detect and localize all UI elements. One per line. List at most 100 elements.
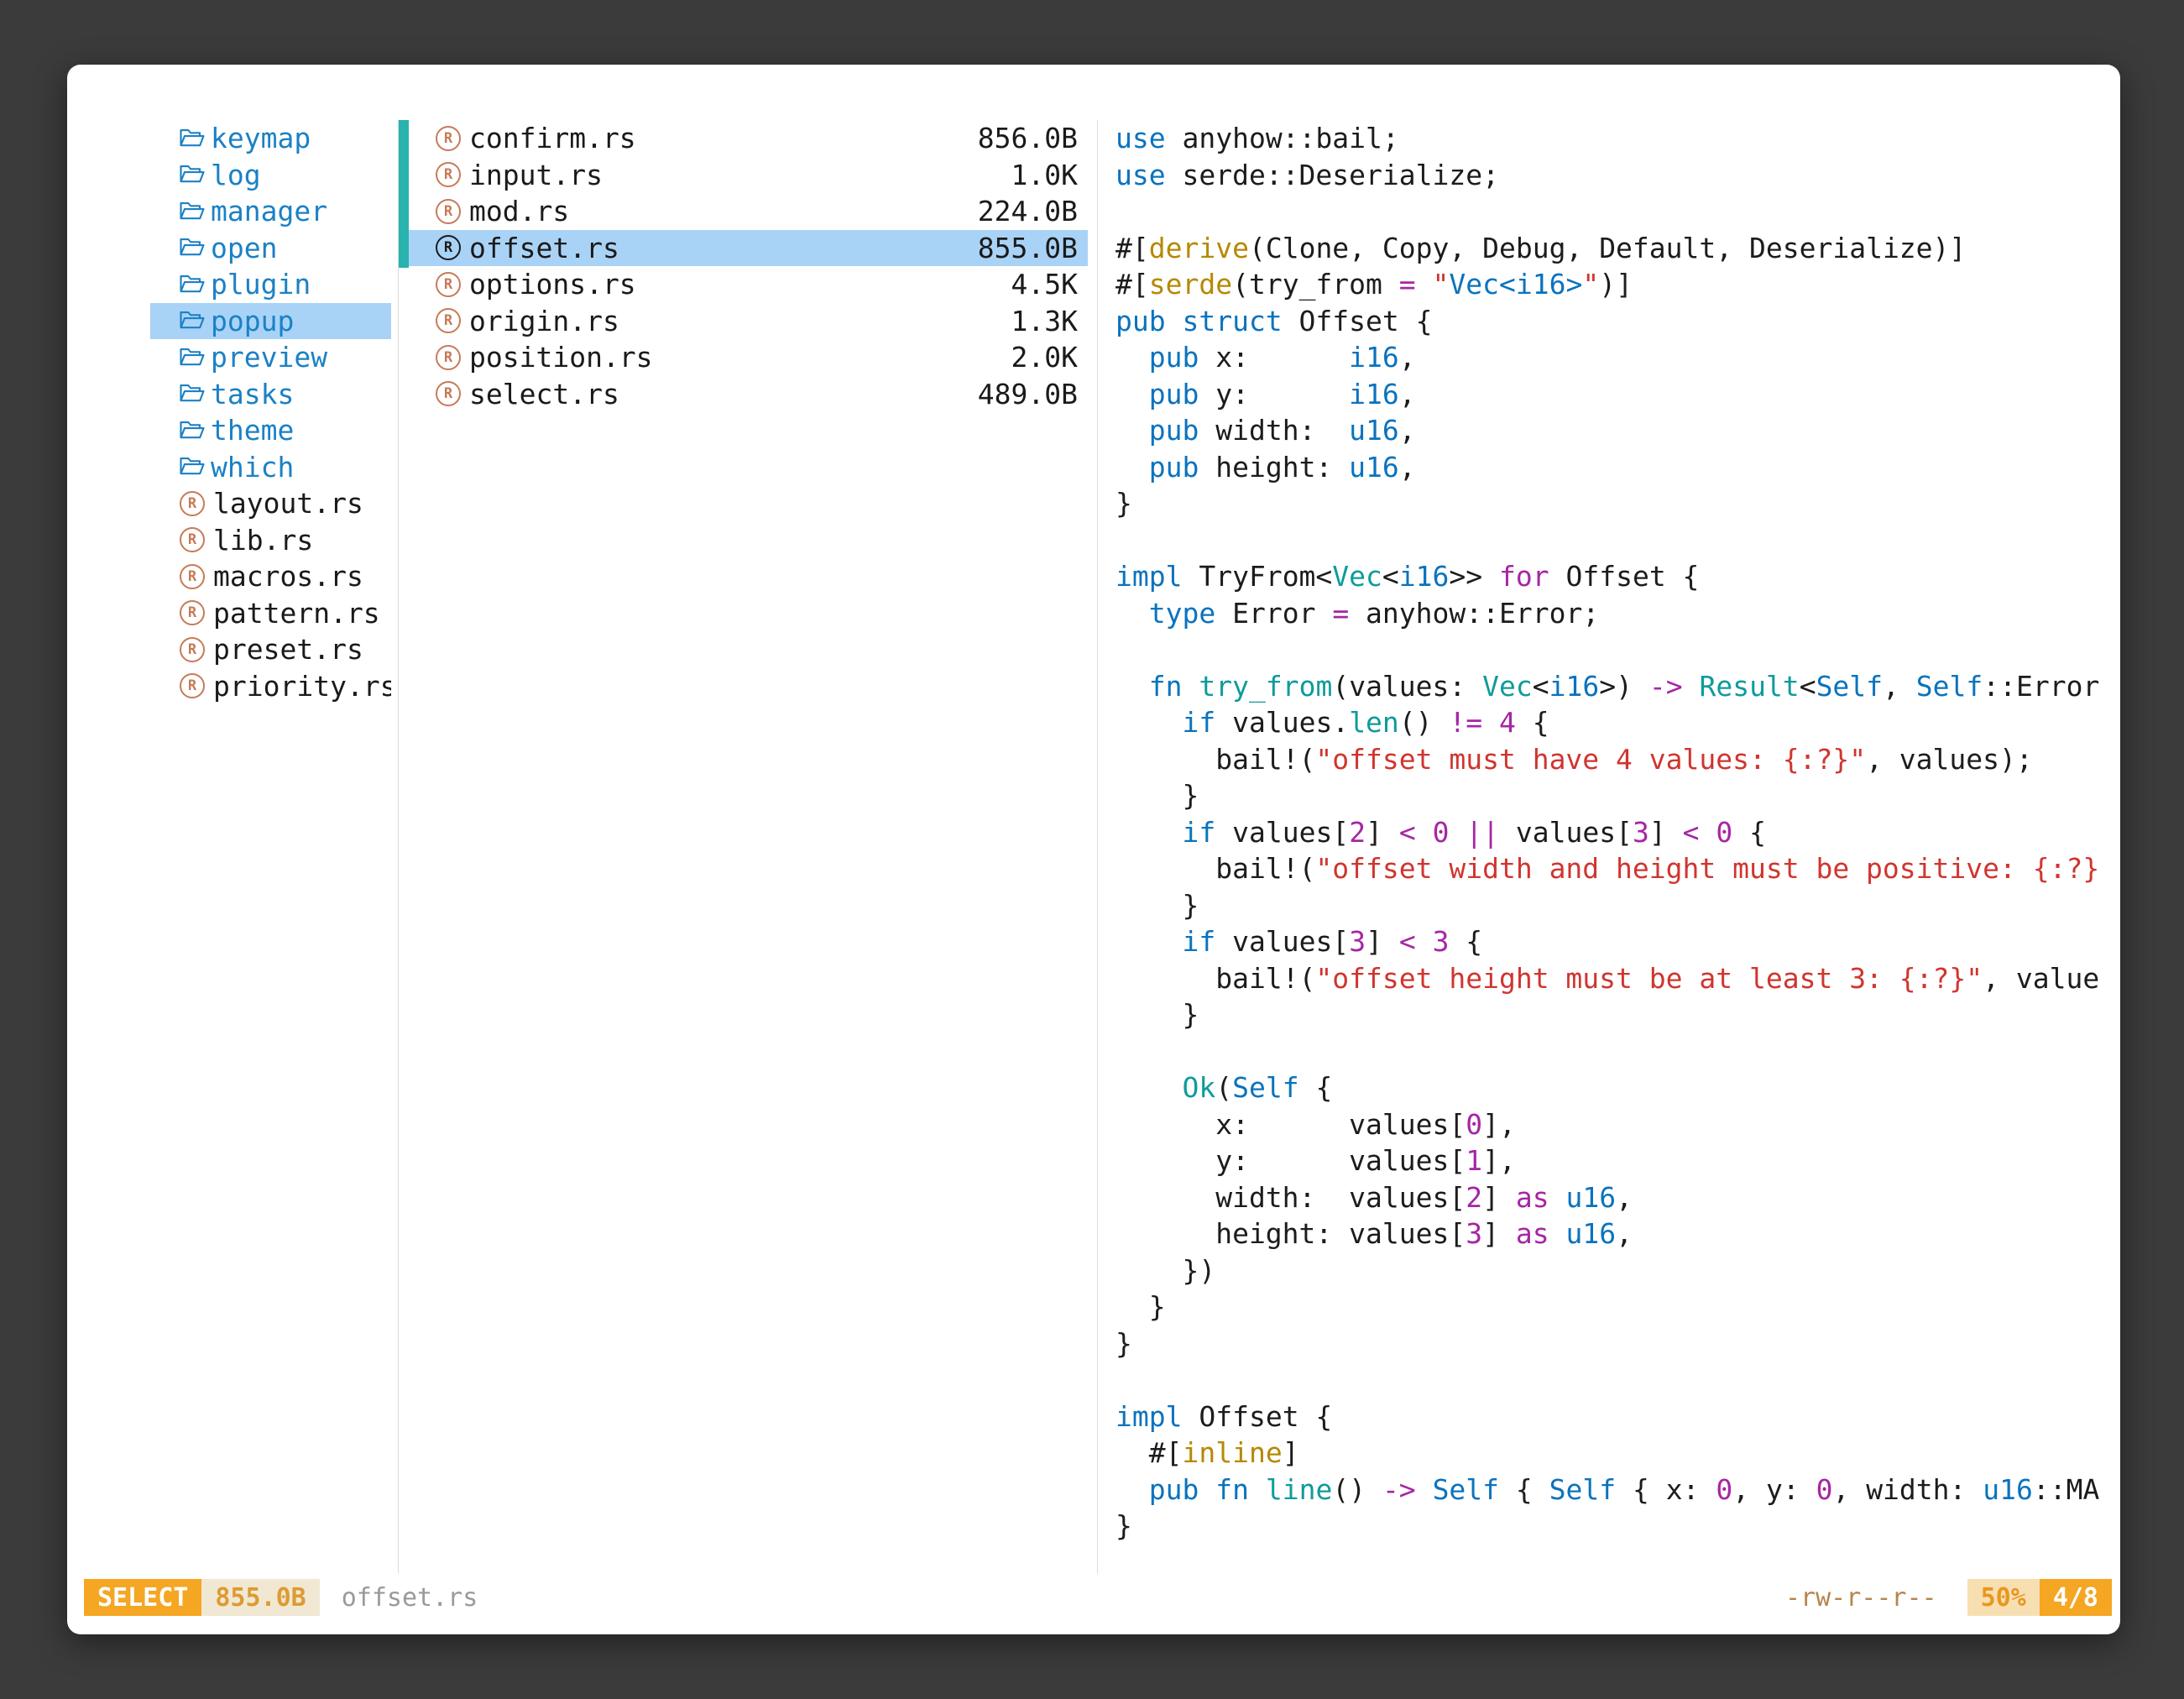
entry-label: log (211, 159, 261, 191)
sidebar-folder-theme[interactable]: theme (150, 412, 391, 449)
code-line: use anyhow::bail; (1116, 120, 2120, 157)
current-directory-pane: Rconfirm.rs 856.0B Rinput.rs 1.0KRmod.rs224… (398, 120, 1098, 1574)
folder-icon (180, 456, 205, 478)
file-name: confirm.rs (469, 122, 636, 154)
sidebar-file-preset-rs[interactable]: Rpreset.rs (150, 631, 391, 668)
code-line: y: values[1], (1116, 1142, 2120, 1179)
code-line: width: values[2] as u16, (1116, 1179, 2120, 1216)
folder-icon (180, 347, 205, 369)
code-line: fn try_from(values: Vec<i16>) -> Result<… (1116, 668, 2120, 705)
rust-file-icon: R (436, 235, 461, 260)
code-line: pub x: i16, (1116, 339, 2120, 376)
panes-container: keymap logmanageropen plugin popup preview ta… (67, 120, 2120, 1574)
code-line (1116, 1033, 2120, 1070)
file-preview-pane: use anyhow::bail;use serde::Deserialize;… (1098, 120, 2120, 1574)
rust-file-icon: R (436, 308, 461, 333)
entry-label: lib.rs (213, 524, 313, 557)
code-line: impl Offset { (1116, 1398, 2120, 1435)
code-line: }) (1116, 1252, 2120, 1289)
scrollbar-indicator (399, 120, 409, 268)
code-line: } (1116, 1508, 2120, 1545)
file-size: 4.5K (1011, 268, 1078, 301)
parent-directory-pane: keymap logmanageropen plugin popup preview ta… (67, 120, 398, 1574)
code-line (1116, 193, 2120, 230)
entry-label: macros.rs (213, 560, 363, 593)
code-line: use serde::Deserialize; (1116, 157, 2120, 194)
file-name: input.rs (469, 159, 603, 191)
code-line: pub struct Offset { (1116, 303, 2120, 340)
file-row-position-rs[interactable]: Rposition.rs2.0K (409, 339, 1088, 376)
file-name: position.rs (469, 341, 653, 374)
folder-icon (180, 274, 205, 295)
code-line: pub fn line() -> Self { Self { x: 0, y: … (1116, 1472, 2120, 1508)
entry-label: open (211, 232, 277, 264)
file-row-options-rs[interactable]: Roptions.rs4.5K (409, 266, 1088, 303)
code-line: } (1116, 887, 2120, 924)
file-size: 856.0B (978, 122, 1078, 154)
folder-icon (180, 128, 205, 149)
sidebar-file-lib-rs[interactable]: Rlib.rs (150, 522, 391, 559)
sidebar-folder-manager[interactable]: manager (150, 193, 391, 230)
file-row-mod-rs[interactable]: Rmod.rs224.0B (409, 193, 1088, 230)
folder-icon (180, 310, 205, 332)
file-row-confirm-rs[interactable]: Rconfirm.rs856.0B (409, 120, 1088, 157)
file-row-select-rs[interactable]: Rselect.rs489.0B (409, 376, 1088, 413)
file-manager-window: keymap logmanageropen plugin popup preview ta… (67, 65, 2120, 1634)
code-line: } (1116, 485, 2120, 522)
code-line: bail!("offset width and height must be p… (1116, 850, 2120, 887)
rust-file-icon: R (180, 564, 205, 589)
folder-icon (180, 420, 205, 442)
code-line: bail!("offset must have 4 values: {:?}",… (1116, 741, 2120, 778)
sidebar-file-macros-rs[interactable]: Rmacros.rs (150, 558, 391, 595)
entry-label: tasks (211, 378, 294, 410)
file-size: 489.0B (978, 378, 1078, 410)
desktop-background: keymap logmanageropen plugin popup preview ta… (0, 0, 2184, 1699)
entry-label: plugin (211, 268, 311, 301)
sidebar-file-priority-rs[interactable]: Rpriority.rs (150, 668, 391, 705)
code-line (1116, 631, 2120, 668)
entry-label: popup (211, 305, 294, 337)
sidebar-folder-tasks[interactable]: tasks (150, 376, 391, 413)
sidebar-folder-plugin[interactable]: plugin (150, 266, 391, 303)
status-filename: offset.rs (342, 1579, 478, 1616)
rust-file-icon: R (436, 345, 461, 370)
sidebar-folder-which[interactable]: which (150, 449, 391, 486)
code-line: Ok(Self { (1116, 1069, 2120, 1106)
mode-badge: SELECT (84, 1579, 201, 1616)
code-line (1116, 522, 2120, 559)
entry-label: preset.rs (213, 633, 363, 666)
code-line: type Error = anyhow::Error; (1116, 595, 2120, 632)
rust-file-icon: R (436, 162, 461, 187)
rust-file-icon: R (180, 673, 205, 698)
code-line: #[serde(try_from = "Vec<i16>")] (1116, 266, 2120, 303)
code-line: } (1116, 1289, 2120, 1325)
sidebar-file-layout-rs[interactable]: Rlayout.rs (150, 485, 391, 522)
rust-file-icon: R (436, 199, 461, 224)
code-line: impl TryFrom<Vec<i16>> for Offset { (1116, 558, 2120, 595)
rust-file-icon: R (180, 527, 205, 552)
file-row-offset-rs[interactable]: Roffset.rs855.0B (409, 230, 1088, 267)
file-row-input-rs[interactable]: Rinput.rs 1.0K (409, 157, 1088, 194)
file-name: mod.rs (469, 195, 569, 227)
code-line: } (1116, 996, 2120, 1033)
rust-file-icon: R (180, 600, 205, 625)
status-spacer (478, 1579, 1785, 1616)
code-line: if values.len() != 4 { (1116, 704, 2120, 741)
entry-label: preview (211, 341, 327, 374)
sidebar-file-pattern-rs[interactable]: Rpattern.rs (150, 595, 391, 632)
sidebar-folder-popup[interactable]: popup (150, 303, 391, 340)
entry-label: keymap (211, 122, 311, 154)
code-line: x: values[0], (1116, 1106, 2120, 1143)
entry-label: theme (211, 414, 294, 447)
sidebar-folder-open[interactable]: open (150, 230, 391, 267)
file-size: 1.0K (1011, 159, 1078, 191)
file-row-origin-rs[interactable]: Rorigin.rs1.3K (409, 303, 1088, 340)
code-line: if values[2] < 0 || values[3] < 0 { (1116, 814, 2120, 851)
file-name: offset.rs (469, 232, 619, 264)
sidebar-folder-keymap[interactable]: keymap (150, 120, 391, 157)
entry-label: which (211, 451, 294, 484)
sidebar-folder-preview[interactable]: preview (150, 339, 391, 376)
code-line: } (1116, 777, 2120, 814)
file-name: select.rs (469, 378, 619, 410)
sidebar-folder-log[interactable]: log (150, 157, 391, 194)
